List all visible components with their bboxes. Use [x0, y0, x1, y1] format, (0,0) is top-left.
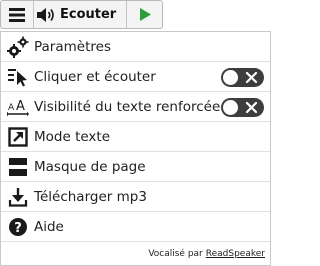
menu-item-label: Paramètres [34, 38, 111, 55]
gears-icon [6, 35, 30, 59]
settings-menu: Paramètres Cliquer et écouter A A Visibi… [0, 31, 271, 266]
toggle-knob [223, 70, 238, 85]
menu-item-label: Télécharger mp3 [34, 188, 147, 205]
menu-item-text-mode[interactable]: Mode texte [1, 122, 270, 152]
help-icon: ? [6, 215, 30, 239]
click-listen-toggle[interactable] [221, 68, 264, 87]
listen-button[interactable]: Ecouter [34, 1, 127, 28]
svg-text:A: A [8, 103, 15, 113]
close-icon [245, 101, 258, 114]
menu-item-label: Visibilité du texte renforcée [34, 98, 221, 115]
readspeaker-widget: Ecouter Paramètres Cliquer et écouter A … [0, 0, 271, 266]
toggle-knob [223, 100, 238, 115]
menu-item-label: Mode texte [34, 128, 111, 145]
close-icon [245, 71, 258, 84]
powered-by: Vocalisé par ReadSpeaker [1, 243, 270, 265]
text-mode-icon [6, 125, 30, 149]
download-icon [6, 185, 30, 209]
menu-item-enhanced-visibility[interactable]: A A Visibilité du texte renforcée [1, 92, 270, 122]
text-size-icon: A A [6, 95, 30, 119]
page-mask-icon [6, 155, 30, 179]
player-toolbar: Ecouter [0, 0, 163, 29]
play-icon [139, 8, 151, 21]
svg-text:?: ? [14, 221, 22, 236]
menu-item-label: Masque de page [34, 158, 146, 175]
powered-by-text: Vocalisé par [148, 249, 203, 259]
speaker-icon [37, 7, 54, 22]
click-listen-icon [6, 65, 30, 89]
menu-item-label: Cliquer et écouter [34, 68, 156, 85]
menu-toggle-button[interactable] [1, 1, 34, 28]
menu-item-page-mask[interactable]: Masque de page [1, 152, 270, 182]
menu-item-help[interactable]: ? Aide [1, 212, 270, 242]
play-button[interactable] [127, 1, 162, 28]
svg-text:A: A [16, 99, 25, 114]
menu-item-label: Aide [34, 218, 64, 235]
enhanced-visibility-toggle[interactable] [221, 98, 264, 117]
listen-label: Ecouter [60, 7, 117, 22]
hamburger-icon [9, 7, 25, 22]
menu-item-settings[interactable]: Paramètres [1, 32, 270, 62]
readspeaker-link[interactable]: ReadSpeaker [206, 249, 265, 259]
menu-item-click-listen[interactable]: Cliquer et écouter [1, 62, 270, 92]
menu-item-download-mp3[interactable]: Télécharger mp3 [1, 182, 270, 212]
